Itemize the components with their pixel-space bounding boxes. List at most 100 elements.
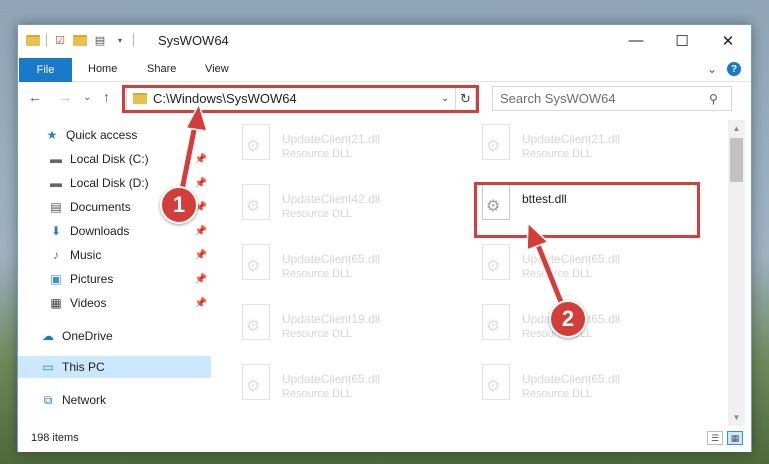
- file-item[interactable]: ⚙ UpdateClient65.dllResource DLL: [478, 304, 708, 354]
- sidebar-item-label: Downloads: [70, 224, 130, 238]
- scroll-thumb[interactable]: [730, 138, 743, 182]
- drive-icon: ▬: [50, 176, 62, 190]
- details-view-icon[interactable]: ☰: [707, 431, 723, 445]
- pictures-icon: ▣: [50, 272, 62, 286]
- pin-icon[interactable]: 📌: [195, 274, 207, 285]
- chevron-down-icon[interactable]: ▾: [113, 33, 127, 47]
- customize-toolbar-icon[interactable]: ▤: [93, 33, 107, 47]
- close-button[interactable]: ✕: [705, 25, 751, 56]
- file-name: UpdateClient65.dll: [522, 372, 621, 386]
- file-item[interactable]: ⚙ UpdateClient65.dllResource DLL: [478, 364, 708, 414]
- videos-icon: ▦: [50, 296, 62, 310]
- divider: [133, 33, 134, 47]
- file-type: Resource DLL: [282, 268, 353, 280]
- file-highlight-box: [474, 182, 700, 238]
- file-type: Resource DLL: [282, 148, 353, 160]
- file-type: Resource DLL: [282, 388, 353, 400]
- file-name: UpdateClient19.dll: [282, 312, 381, 326]
- music-icon: ♪: [53, 248, 59, 262]
- sidebar-item-label: Network: [62, 393, 107, 407]
- pin-icon[interactable]: 📌: [195, 178, 207, 189]
- forward-button[interactable]: →: [58, 89, 72, 105]
- sidebar-item-pictures[interactable]: ▣ Pictures 📌: [18, 268, 211, 290]
- file-item[interactable]: ⚙ UpdateClient65.dll Resource DLL: [238, 244, 468, 294]
- vertical-scrollbar[interactable]: ▲ ▼: [728, 120, 745, 426]
- file-name: UpdateClient42.dll: [282, 192, 381, 206]
- file-type: Resource DLL: [522, 148, 593, 160]
- window-title: SysWOW64: [158, 33, 229, 48]
- expand-ribbon-icon[interactable]: ⌄: [707, 62, 717, 76]
- file-item[interactable]: ⚙ UpdateClient65.dllResource DLL: [238, 364, 468, 414]
- onedrive-icon: ☁: [42, 329, 54, 343]
- tiles-view-icon[interactable]: ▦: [727, 431, 743, 445]
- sidebar-item-music[interactable]: ♪ Music 📌: [18, 244, 211, 266]
- minimize-button[interactable]: —: [613, 25, 659, 56]
- maximize-button[interactable]: ☐: [659, 25, 705, 56]
- divider: [46, 33, 47, 47]
- file-item[interactable]: ⚙ UpdateClient19.dll Resource DLL: [238, 304, 468, 354]
- file-item[interactable]: ⚙ UpdateClient65.dllResource DLL: [478, 244, 708, 294]
- documents-icon: ▤: [50, 200, 62, 214]
- search-input[interactable]: Search SysWOW64: [500, 91, 709, 106]
- tab-file[interactable]: File: [19, 58, 72, 82]
- item-count: 198 items: [31, 432, 79, 444]
- up-button[interactable]: ↑: [103, 89, 110, 105]
- ribbon: File Home Share View ⌄ ?: [18, 58, 751, 82]
- pin-icon[interactable]: 📌: [195, 298, 207, 309]
- scroll-down-arrow-icon[interactable]: ▼: [728, 409, 745, 426]
- sidebar-item-label: Local Disk (D:): [70, 176, 149, 190]
- file-name: UpdateClient21.dll: [282, 132, 381, 146]
- sidebar-item-label: Local Disk (C:): [70, 152, 149, 166]
- scroll-up-arrow-icon[interactable]: ▲: [728, 120, 745, 137]
- quick-access-toolbar: ☑ ▤ ▾: [26, 33, 134, 47]
- star-icon: ★: [46, 128, 58, 142]
- dll-file-icon: ⚙: [478, 244, 514, 288]
- file-list: ⚙ UpdateClient21.dll Resource DLL ⚙ Updat…: [218, 120, 728, 426]
- sidebar-item-videos[interactable]: ▦ Videos 📌: [18, 292, 211, 314]
- file-name: UpdateClient65.dll: [282, 372, 381, 386]
- sidebar-item-quick-access[interactable]: ★ Quick access: [18, 124, 211, 146]
- file-item[interactable]: ⚙ UpdateClient21.dll Resource DLL: [238, 124, 468, 174]
- sidebar-item-label: Documents: [70, 200, 131, 214]
- pin-icon[interactable]: 📌: [195, 154, 207, 165]
- dll-file-icon: ⚙: [238, 304, 274, 348]
- pin-icon[interactable]: 📌: [195, 226, 207, 237]
- new-folder-icon[interactable]: [73, 33, 87, 47]
- tab-home[interactable]: Home: [88, 63, 117, 75]
- file-item[interactable]: ⚙ UpdateClient21.dll Resource DLL: [478, 124, 708, 174]
- dll-file-icon: ⚙: [478, 124, 514, 168]
- recent-locations-button[interactable]: ⌄: [83, 92, 91, 103]
- status-bar: 198 items ☰ ▦: [18, 426, 751, 452]
- properties-icon[interactable]: ☑: [53, 33, 67, 47]
- this-pc-icon: ▭: [42, 360, 54, 374]
- file-item[interactable]: ⚙ UpdateClient42.dll Resource DLL: [238, 184, 468, 234]
- address-highlight-box: [122, 85, 479, 113]
- search-box[interactable]: Search SysWOW64 ⚲: [492, 86, 732, 111]
- window-controls: — ☐ ✕: [613, 25, 751, 56]
- tab-share[interactable]: Share: [147, 63, 176, 75]
- ribbon-controls: ⌄ ?: [707, 62, 741, 76]
- sidebar-item-local-disk-c[interactable]: ▬ Local Disk (C:) 📌: [18, 148, 211, 170]
- sidebar-item-network[interactable]: ⧉ Network: [18, 389, 211, 411]
- file-name: UpdateClient65.dll: [282, 252, 381, 266]
- file-type: Resource DLL: [282, 208, 353, 220]
- help-icon[interactable]: ?: [727, 62, 741, 76]
- dll-file-icon: ⚙: [478, 304, 514, 348]
- folder-icon[interactable]: [26, 33, 40, 47]
- pin-icon[interactable]: 📌: [195, 250, 207, 261]
- network-icon: ⧉: [43, 392, 53, 407]
- dll-file-icon: ⚙: [238, 184, 274, 228]
- tab-view[interactable]: View: [205, 63, 229, 75]
- sidebar-item-onedrive[interactable]: ☁ OneDrive: [18, 325, 211, 347]
- file-name: UpdateClient21.dll: [522, 132, 621, 146]
- navigation-pane: ★ Quick access ▬ Local Disk (C:) 📌 ▬ Loc…: [18, 120, 211, 426]
- drive-icon: ▬: [50, 152, 62, 166]
- view-toggle: ☰ ▦: [707, 431, 743, 445]
- search-icon[interactable]: ⚲: [709, 92, 731, 106]
- dll-file-icon: ⚙: [238, 244, 274, 288]
- downloads-icon: ⬇: [50, 224, 62, 238]
- back-button[interactable]: ←: [28, 89, 42, 105]
- sidebar-item-this-pc[interactable]: ▭ This PC: [18, 356, 211, 378]
- sidebar-item-label: Quick access: [66, 128, 138, 142]
- sidebar-item-label: Videos: [70, 296, 107, 310]
